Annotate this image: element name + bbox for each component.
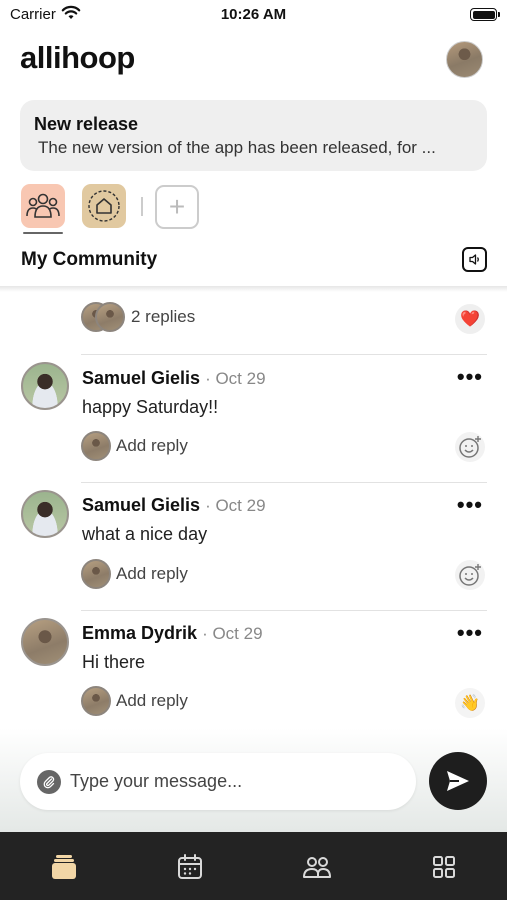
message-input[interactable] [70, 771, 390, 792]
community-tab-home[interactable] [82, 184, 126, 228]
active-tab-indicator [23, 232, 63, 234]
calendar-icon[interactable] [175, 852, 205, 882]
post-author[interactable]: Emma Dydrik · Oct 29 [82, 623, 263, 644]
add-community-button[interactable]: + [155, 185, 199, 229]
tab-divider [141, 197, 143, 216]
grid-icon[interactable] [429, 852, 459, 882]
send-icon [447, 771, 469, 791]
message-composer[interactable] [20, 753, 416, 810]
post-date: · Oct 29 [205, 369, 266, 388]
people-group-icon [26, 193, 60, 218]
user-avatar[interactable] [446, 41, 483, 78]
add-reply-button[interactable]: Add reply [81, 686, 188, 716]
add-reply-label: Add reply [116, 436, 188, 455]
release-text: The new version of the app has been rele… [38, 138, 436, 157]
home-icon [88, 190, 120, 222]
app-logo: allihoop [20, 40, 135, 75]
reply-avatar [81, 431, 111, 461]
post-author[interactable]: Samuel Gielis · Oct 29 [82, 368, 266, 389]
avatar[interactable] [21, 618, 69, 666]
more-options-button[interactable]: ••• [457, 494, 483, 516]
avatar[interactable] [21, 362, 69, 410]
section-title: My Community [21, 249, 158, 270]
more-options-button[interactable]: ••• [457, 622, 483, 644]
post-date: · Oct 29 [202, 624, 263, 643]
post-message: happy Saturday!! [82, 397, 219, 417]
heart-reaction[interactable]: ❤️ [455, 304, 485, 334]
speaker-icon[interactable] [462, 247, 487, 272]
more-options-button[interactable]: ••• [457, 366, 483, 388]
replies-count: 2 replies [131, 307, 196, 326]
add-reaction-button[interactable] [455, 560, 485, 590]
send-button[interactable] [429, 752, 487, 810]
post-separator [81, 610, 487, 611]
feed-icon[interactable] [49, 852, 79, 882]
post-separator [81, 482, 487, 483]
add-reply-label: Add reply [116, 564, 188, 583]
post-date: · Oct 29 [205, 496, 266, 515]
bottom-tab-bar [0, 832, 507, 900]
header-shadow [0, 286, 507, 292]
add-reply-label: Add reply [116, 691, 188, 710]
add-reply-button[interactable]: Add reply [81, 559, 188, 589]
people-icon[interactable] [302, 852, 332, 882]
reply-avatar [95, 302, 125, 332]
smiley-plus-icon [459, 564, 481, 586]
battery-icon [470, 8, 500, 21]
thread-replies[interactable]: 2 replies [81, 302, 195, 332]
smiley-plus-icon [459, 436, 481, 458]
post-message: what a nice day [82, 524, 208, 544]
status-bar: Carrier 10:26 AM [0, 0, 507, 30]
paperclip-icon[interactable] [37, 769, 61, 794]
reply-avatar [81, 686, 111, 716]
community-tab-people[interactable] [21, 184, 65, 228]
add-reaction-button[interactable] [455, 432, 485, 462]
clock: 10:26 AM [220, 6, 287, 23]
release-title: New release [34, 114, 139, 134]
post-author[interactable]: Samuel Gielis · Oct 29 [82, 495, 266, 516]
wave-reaction[interactable]: 👋 [455, 688, 485, 718]
reply-avatar [81, 559, 111, 589]
add-reply-button[interactable]: Add reply [81, 431, 188, 461]
post-separator [81, 354, 487, 355]
avatar[interactable] [21, 490, 69, 538]
release-banner[interactable]: New release The new version of the app h… [20, 100, 487, 171]
post-message: Hi there [82, 652, 146, 672]
